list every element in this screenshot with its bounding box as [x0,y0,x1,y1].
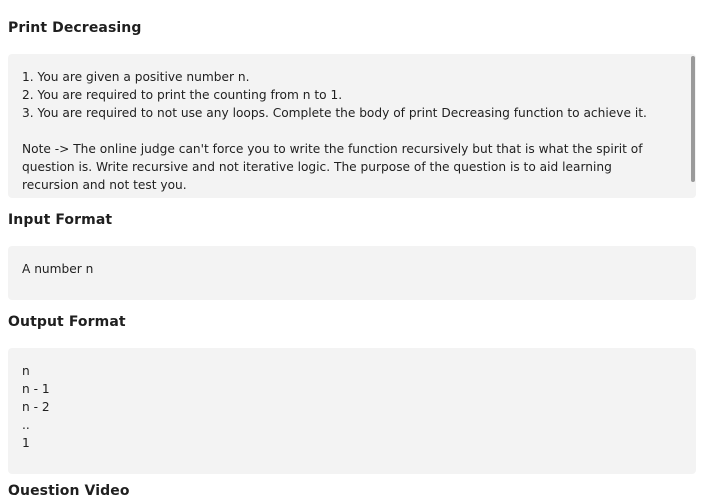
output-format-line: n - 2 [22,400,50,414]
description-line: question is. Write recursive and not ite… [22,160,612,174]
description-line: recursion and not test you. [22,178,187,192]
input-format-line: A number n [22,262,94,276]
problem-title: Print Decreasing [8,20,142,36]
output-format-line: n - 1 [22,382,50,396]
description-line: 2. You are required to print the countin… [22,88,343,102]
output-format-box: n n - 1 n - 2 .. 1 [8,348,696,474]
output-format-line: .. [22,418,30,432]
output-format-line: n [22,364,30,378]
description-line: 1. You are given a positive number n. [22,70,250,84]
description-line: Note -> The online judge can't force you… [22,142,643,156]
scrollbar-thumb[interactable] [691,56,695,182]
description-box[interactable]: 1. You are given a positive number n. 2.… [8,54,696,198]
description-line: 3. You are required to not use any loops… [22,106,647,120]
question-video-title: Question Video [8,483,130,495]
input-format-title: Input Format [8,212,113,228]
problem-page: Print Decreasing 1. You are given a posi… [0,0,708,495]
output-format-title: Output Format [8,314,126,330]
input-format-box: A number n [8,246,696,300]
description-scrollbar[interactable] [690,54,696,198]
output-format-line: 1 [22,436,30,450]
